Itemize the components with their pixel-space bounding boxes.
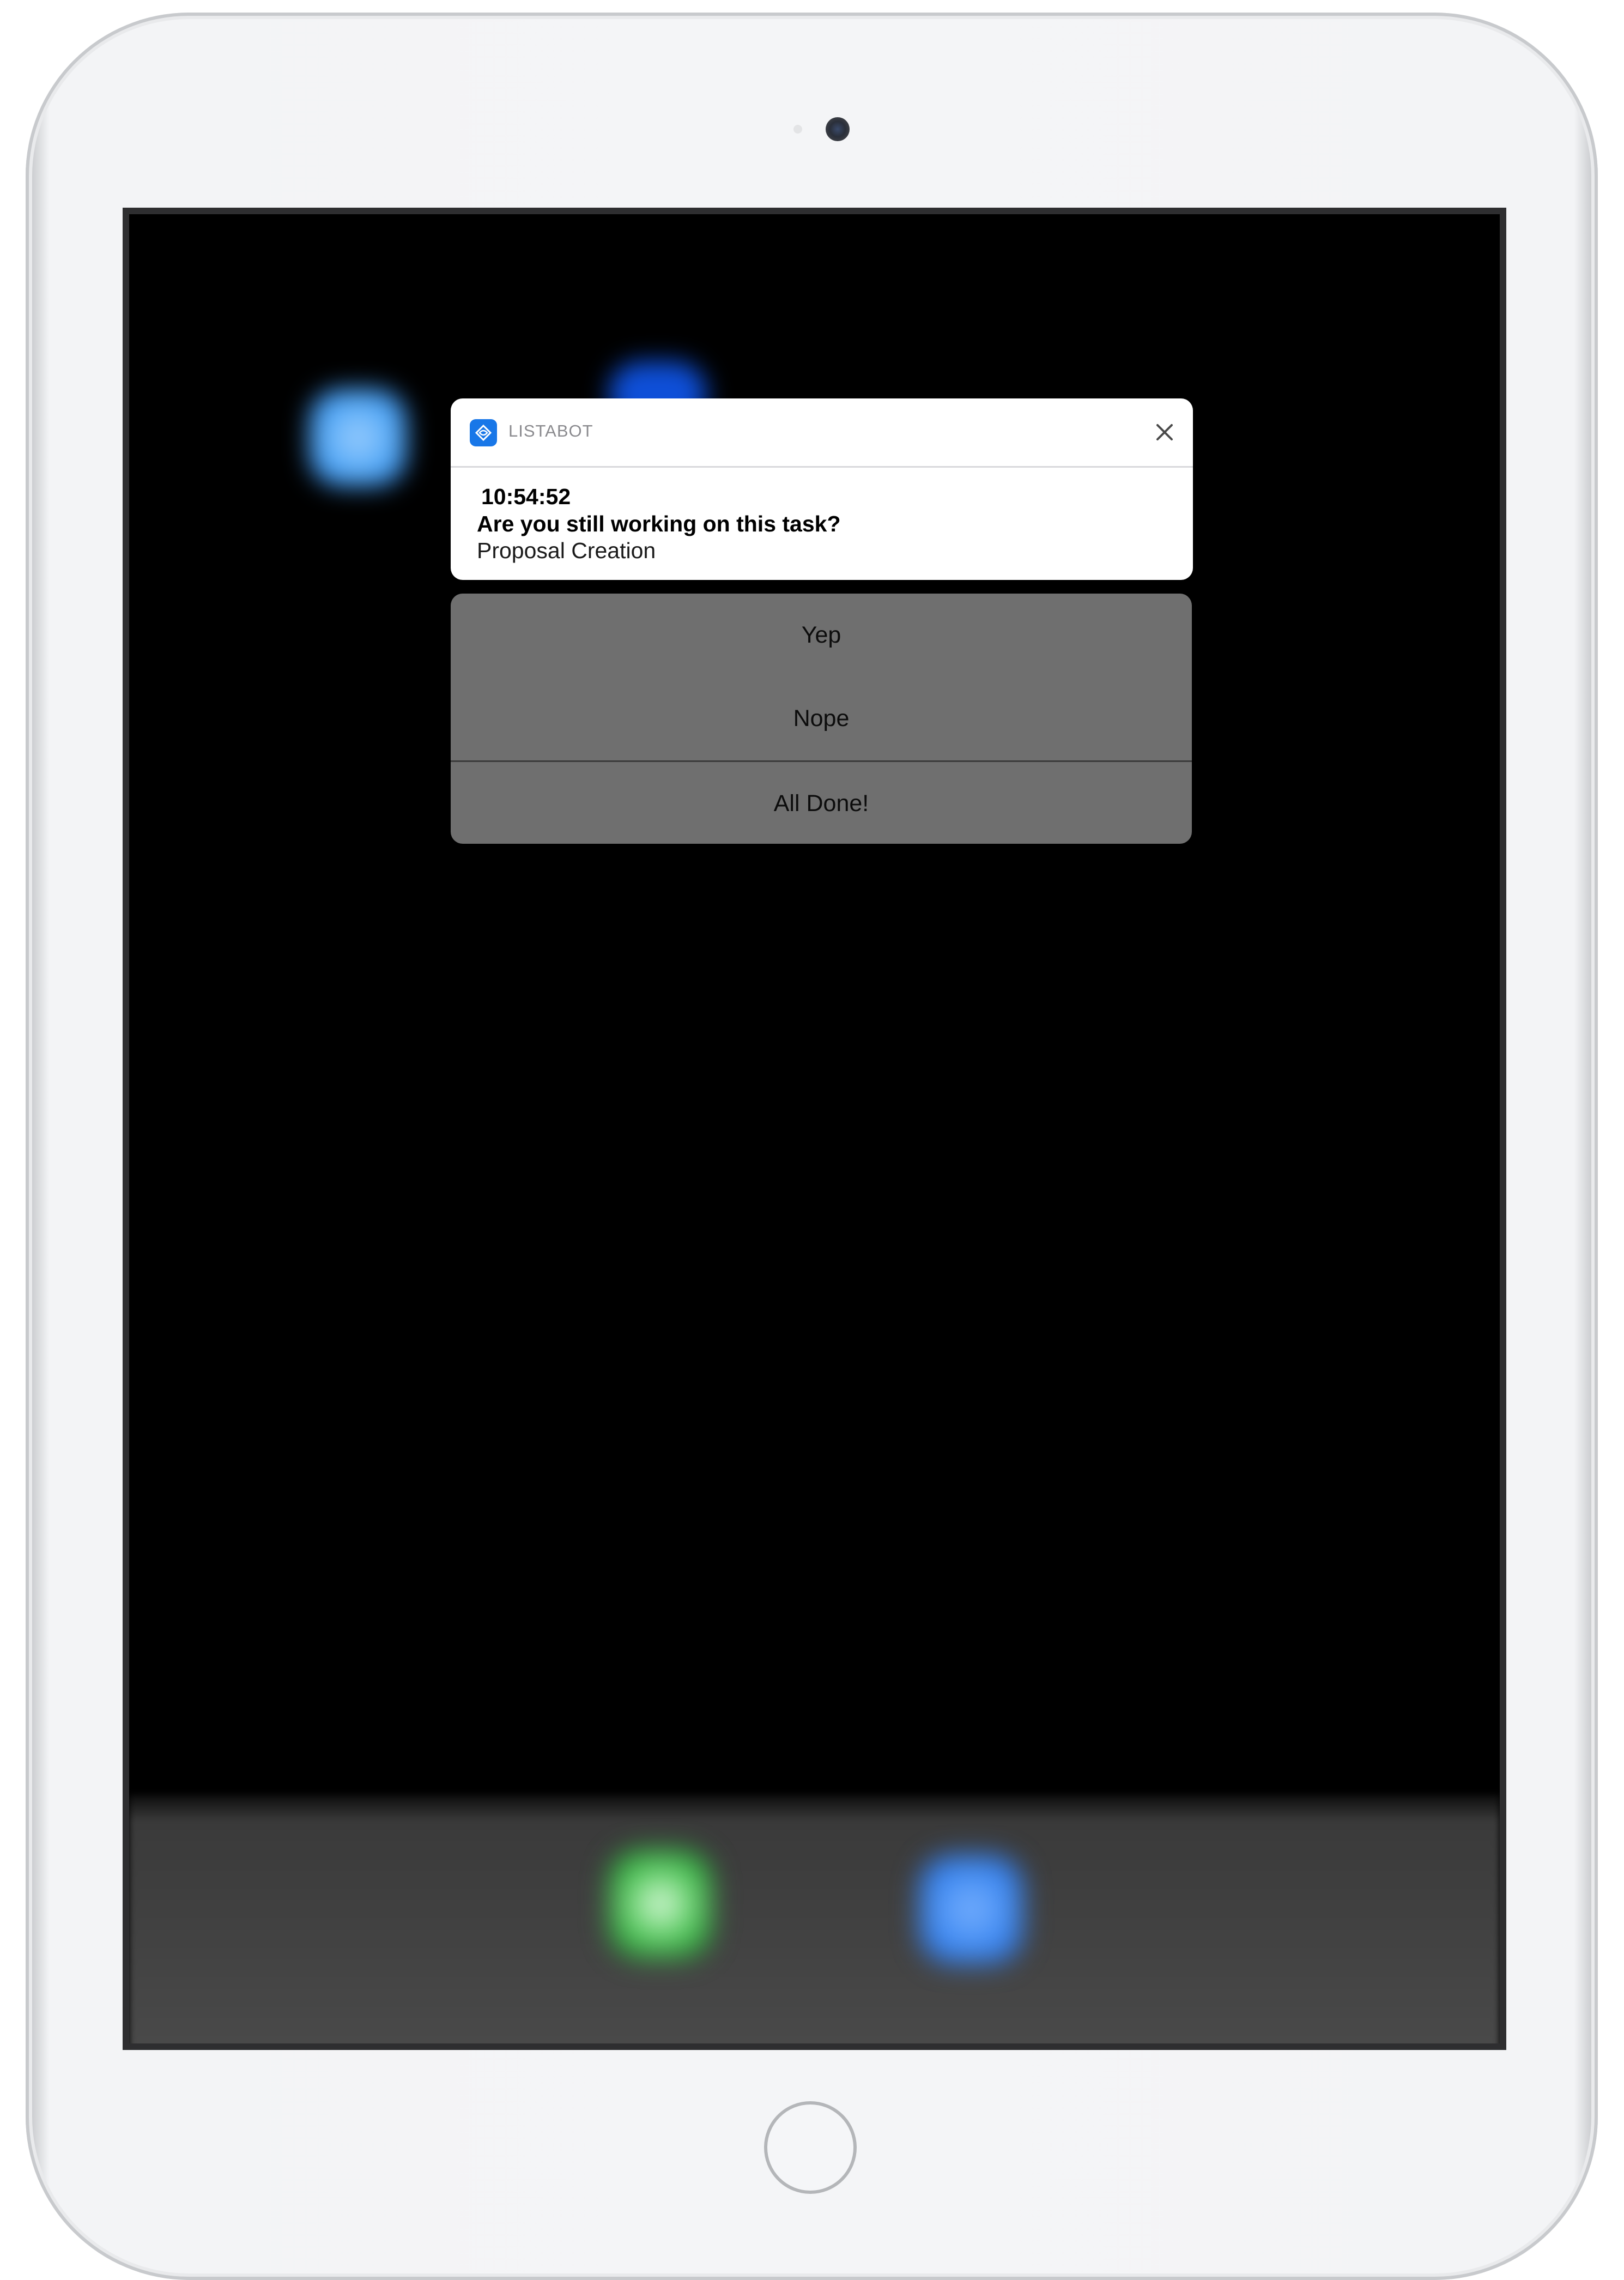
home-button[interactable]	[764, 2101, 857, 2194]
notification-time: 10:54:52	[481, 484, 571, 509]
close-icon[interactable]	[1147, 415, 1182, 450]
ipad-screen: LISTABOT 10:54:52 Are you still working …	[123, 208, 1506, 2050]
listabot-app-icon	[470, 419, 497, 446]
all-done-button[interactable]: All Done!	[451, 760, 1192, 844]
dock	[129, 1795, 1500, 2043]
notification-card[interactable]: LISTABOT 10:54:52 Are you still working …	[451, 398, 1193, 580]
blurred-app-icon	[309, 389, 407, 487]
notification-title: Are you still working on this task?	[477, 511, 841, 536]
notification-app-name: LISTABOT	[508, 421, 593, 440]
notification-actions: Yep Nope All Done!	[451, 594, 1192, 844]
yep-button[interactable]: Yep	[451, 594, 1192, 677]
nope-button[interactable]: Nope	[451, 677, 1192, 760]
front-camera	[826, 117, 850, 141]
blurred-safari-app-icon	[919, 1855, 1023, 1964]
light-sensor	[793, 125, 802, 134]
notification-body: Proposal Creation	[477, 538, 656, 563]
notification-header: LISTABOT	[451, 398, 1193, 468]
blurred-messages-app-icon	[609, 1849, 712, 1958]
